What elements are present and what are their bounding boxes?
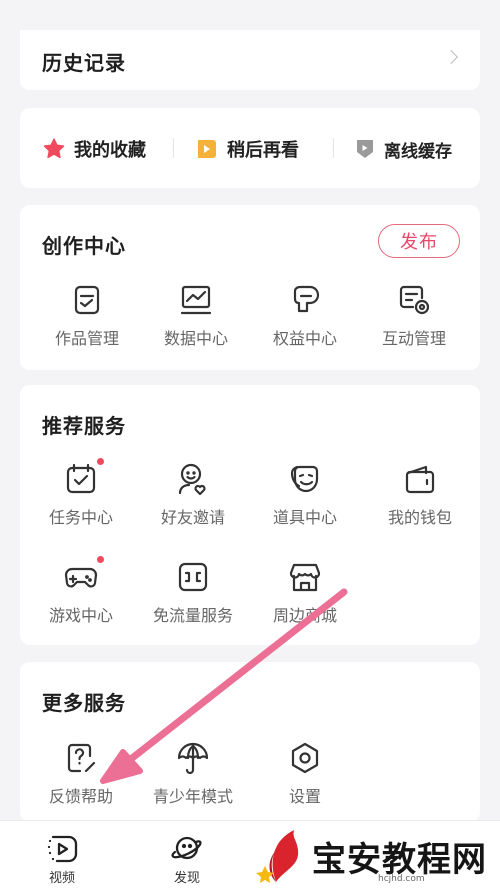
works-manage-label: 作品管理 (54, 329, 119, 348)
watch-later-label: 稍后再看 (227, 140, 299, 161)
task-center-label: 任务中心 (48, 508, 113, 527)
history-title: 历史记录 (42, 51, 126, 75)
nav-tab-discover[interactable]: 发现 (157, 833, 217, 886)
more-services-title: 更多服务 (42, 691, 126, 715)
publish-button[interactable]: 发布 (378, 224, 460, 258)
umbrella-icon (175, 740, 211, 776)
my-wallet-item[interactable]: 我的钱包 (370, 461, 470, 528)
game-center-item[interactable]: 游戏中心 (31, 556, 131, 626)
offline-cache-label: 离线缓存 (384, 141, 452, 162)
free-data-service-label: 免流量服务 (152, 606, 233, 625)
props-center-label: 道具中心 (272, 508, 337, 527)
interaction-manage-icon (396, 282, 432, 318)
teen-mode-item[interactable]: 青少年模式 (143, 740, 243, 807)
rights-icon (287, 282, 323, 318)
more-services-card: 更多服务 反馈帮助 青少年模式 设置 (20, 662, 480, 822)
settings-label: 设置 (288, 787, 321, 806)
interaction-manage-label: 互动管理 (381, 329, 446, 348)
star-icon (43, 138, 65, 159)
quick-actions-card: 我的收藏 稍后再看 离线缓存 (20, 108, 480, 188)
nav-tab-video-label: 视频 (48, 871, 75, 886)
feedback-help-label: 反馈帮助 (48, 787, 113, 806)
offline-download-icon (357, 140, 373, 158)
data-chart-icon (178, 282, 214, 318)
task-center-item[interactable]: 任务中心 (31, 458, 131, 528)
favorites-label: 我的收藏 (74, 140, 146, 161)
merch-store-item[interactable]: 周边商城 (255, 559, 355, 626)
watch-later-button[interactable]: 稍后再看 (195, 134, 299, 164)
nav-tab-video[interactable]: 视频 (32, 833, 92, 886)
gamepad-icon (63, 556, 104, 595)
my-wallet-label: 我的钱包 (387, 508, 452, 527)
interaction-manage-item[interactable]: 互动管理 (364, 282, 464, 349)
creator-center-card: 创作中心 发布 作品管理 数据中心 权益中心 互动管理 (20, 205, 480, 370)
feedback-help-icon (63, 740, 99, 776)
settings-icon (287, 740, 323, 776)
watermark-logo (256, 830, 299, 883)
watermark-url: hcjhd.com (378, 874, 425, 884)
task-calendar-icon (63, 458, 104, 497)
teen-mode-label: 青少年模式 (152, 787, 233, 806)
history-card[interactable]: 历史记录 (20, 30, 480, 90)
game-center-label: 游戏中心 (48, 606, 113, 625)
feedback-help-item[interactable]: 反馈帮助 (31, 740, 131, 807)
props-mask-icon (287, 461, 323, 497)
data-center-label: 数据中心 (163, 329, 228, 348)
free-data-service-item[interactable]: 免流量服务 (143, 559, 243, 626)
settings-item[interactable]: 设置 (255, 740, 355, 807)
video-tab-icon (47, 835, 78, 863)
divider (173, 138, 174, 158)
free-data-icon (175, 559, 211, 595)
data-center-item[interactable]: 数据中心 (146, 282, 246, 349)
rights-center-label: 权益中心 (272, 329, 337, 348)
divider (333, 138, 334, 158)
merch-store-label: 周边商城 (272, 606, 337, 625)
recommended-services-card: 推荐服务 任务中心 好友邀请 道具中心 我的钱包 游戏中心 免流量服务 周边商城 (20, 385, 480, 645)
notification-dot (97, 458, 104, 465)
play-later-icon (198, 140, 216, 158)
friend-invite-label: 好友邀请 (160, 508, 225, 527)
rights-center-item[interactable]: 权益中心 (255, 282, 355, 349)
chevron-right-icon (443, 49, 459, 65)
site-watermark: 宝安教程网 hcjhd.com (250, 826, 500, 889)
nav-tab-discover-label: 发现 (173, 871, 200, 886)
props-center-item[interactable]: 道具中心 (255, 461, 355, 528)
offline-cache-button[interactable]: 离线缓存 (354, 134, 452, 164)
store-icon (287, 559, 323, 595)
friend-invite-icon (175, 461, 211, 497)
works-manage-icon (69, 282, 105, 318)
friend-invite-item[interactable]: 好友邀请 (143, 461, 243, 528)
wallet-icon (402, 461, 438, 497)
creator-center-title: 创作中心 (42, 234, 126, 258)
works-manage-item[interactable]: 作品管理 (37, 282, 137, 349)
discover-planet-icon (171, 836, 202, 860)
recommended-services-title: 推荐服务 (42, 414, 126, 438)
favorites-button[interactable]: 我的收藏 (42, 134, 146, 164)
notification-dot (97, 556, 104, 563)
